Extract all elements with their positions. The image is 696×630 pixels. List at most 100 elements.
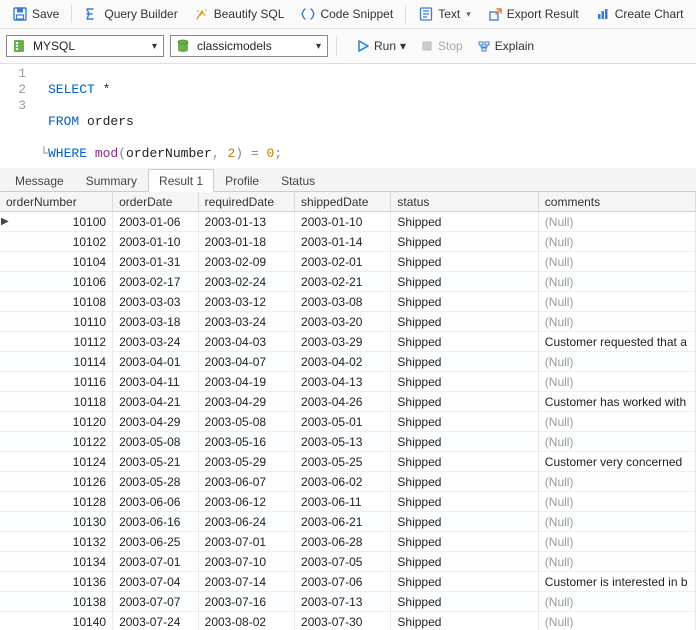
cell-comments[interactable]: (Null) bbox=[539, 472, 696, 492]
cell-requiredDate[interactable]: 2003-04-03 bbox=[199, 332, 295, 352]
cell-orderDate[interactable]: 2003-06-06 bbox=[113, 492, 199, 512]
cell-orderNumber[interactable]: 10118 bbox=[10, 392, 113, 412]
cell-comments[interactable]: Customer requested that a bbox=[539, 332, 696, 352]
cell-requiredDate[interactable]: 2003-03-12 bbox=[199, 292, 295, 312]
cell-status[interactable]: Shipped bbox=[391, 272, 538, 292]
table-row[interactable]: 101282003-06-062003-06-122003-06-11Shipp… bbox=[0, 492, 696, 512]
tab-result1[interactable]: Result 1 bbox=[148, 169, 214, 192]
tab-profile[interactable]: Profile bbox=[214, 169, 270, 191]
cell-orderNumber[interactable]: 10120 bbox=[10, 412, 113, 432]
cell-shippedDate[interactable]: 2003-05-01 bbox=[295, 412, 391, 432]
cell-comments[interactable]: (Null) bbox=[539, 552, 696, 572]
table-row[interactable]: 101162003-04-112003-04-192003-04-13Shipp… bbox=[0, 372, 696, 392]
cell-orderNumber[interactable]: 10114 bbox=[10, 352, 113, 372]
cell-status[interactable]: Shipped bbox=[391, 592, 538, 612]
cell-orderNumber[interactable]: 10130 bbox=[10, 512, 113, 532]
cell-requiredDate[interactable]: 2003-07-10 bbox=[199, 552, 295, 572]
cell-requiredDate[interactable]: 2003-03-24 bbox=[199, 312, 295, 332]
cell-requiredDate[interactable]: 2003-04-29 bbox=[199, 392, 295, 412]
col-orderDate[interactable]: orderDate bbox=[113, 192, 199, 212]
cell-orderDate[interactable]: 2003-03-24 bbox=[113, 332, 199, 352]
cell-comments[interactable]: Customer is interested in b bbox=[539, 572, 696, 592]
tab-status[interactable]: Status bbox=[270, 169, 326, 191]
table-row[interactable]: 101402003-07-242003-08-022003-07-30Shipp… bbox=[0, 612, 696, 630]
cell-orderDate[interactable]: 2003-03-03 bbox=[113, 292, 199, 312]
cell-shippedDate[interactable]: 2003-07-13 bbox=[295, 592, 391, 612]
cell-orderNumber[interactable]: 10128 bbox=[10, 492, 113, 512]
table-row[interactable]: ▶101002003-01-062003-01-132003-01-10Ship… bbox=[0, 212, 696, 232]
cell-shippedDate[interactable]: 2003-07-06 bbox=[295, 572, 391, 592]
cell-requiredDate[interactable]: 2003-04-19 bbox=[199, 372, 295, 392]
table-row[interactable]: 101242003-05-212003-05-292003-05-25Shipp… bbox=[0, 452, 696, 472]
text-button[interactable]: Text ▾ bbox=[412, 4, 477, 24]
cell-orderDate[interactable]: 2003-03-18 bbox=[113, 312, 199, 332]
cell-comments[interactable]: (Null) bbox=[539, 432, 696, 452]
cell-requiredDate[interactable]: 2003-07-14 bbox=[199, 572, 295, 592]
cell-orderNumber[interactable]: 10110 bbox=[10, 312, 113, 332]
save-button[interactable]: Save bbox=[6, 4, 65, 24]
cell-orderDate[interactable]: 2003-05-21 bbox=[113, 452, 199, 472]
table-row[interactable]: 101342003-07-012003-07-102003-07-05Shipp… bbox=[0, 552, 696, 572]
table-row[interactable]: 101022003-01-102003-01-182003-01-14Shipp… bbox=[0, 232, 696, 252]
table-row[interactable]: 101382003-07-072003-07-162003-07-13Shipp… bbox=[0, 592, 696, 612]
cell-shippedDate[interactable]: 2003-03-29 bbox=[295, 332, 391, 352]
cell-requiredDate[interactable]: 2003-02-24 bbox=[199, 272, 295, 292]
cell-comments[interactable]: (Null) bbox=[539, 592, 696, 612]
cell-status[interactable]: Shipped bbox=[391, 532, 538, 552]
code-snippet-button[interactable]: Code Snippet bbox=[294, 4, 399, 24]
cell-status[interactable]: Shipped bbox=[391, 552, 538, 572]
cell-orderNumber[interactable]: 10126 bbox=[10, 472, 113, 492]
cell-requiredDate[interactable]: 2003-06-24 bbox=[199, 512, 295, 532]
table-row[interactable]: 101182003-04-212003-04-292003-04-26Shipp… bbox=[0, 392, 696, 412]
cell-status[interactable]: Shipped bbox=[391, 492, 538, 512]
cell-comments[interactable]: (Null) bbox=[539, 232, 696, 252]
cell-orderNumber[interactable]: 10116 bbox=[10, 372, 113, 392]
cell-comments[interactable]: (Null) bbox=[539, 292, 696, 312]
cell-orderNumber[interactable]: 10134 bbox=[10, 552, 113, 572]
table-row[interactable]: 101362003-07-042003-07-142003-07-06Shipp… bbox=[0, 572, 696, 592]
col-comments[interactable]: comments bbox=[539, 192, 696, 212]
create-chart-button[interactable]: Create Chart bbox=[589, 4, 690, 24]
cell-status[interactable]: Shipped bbox=[391, 412, 538, 432]
cell-comments[interactable]: (Null) bbox=[539, 512, 696, 532]
table-row[interactable]: 101142003-04-012003-04-072003-04-02Shipp… bbox=[0, 352, 696, 372]
cell-orderNumber[interactable]: 10136 bbox=[10, 572, 113, 592]
cell-orderNumber[interactable]: 10102 bbox=[10, 232, 113, 252]
cell-comments[interactable]: (Null) bbox=[539, 252, 696, 272]
cell-comments[interactable]: (Null) bbox=[539, 352, 696, 372]
table-row[interactable]: 101322003-06-252003-07-012003-06-28Shipp… bbox=[0, 532, 696, 552]
cell-shippedDate[interactable]: 2003-06-02 bbox=[295, 472, 391, 492]
code-area[interactable]: SELECT * FROM orders └WHERE mod(orderNum… bbox=[40, 64, 282, 164]
cell-status[interactable]: Shipped bbox=[391, 612, 538, 630]
cell-orderDate[interactable]: 2003-01-10 bbox=[113, 232, 199, 252]
table-row[interactable]: 101122003-03-242003-04-032003-03-29Shipp… bbox=[0, 332, 696, 352]
cell-comments[interactable]: (Null) bbox=[539, 612, 696, 630]
table-row[interactable]: 101202003-04-292003-05-082003-05-01Shipp… bbox=[0, 412, 696, 432]
cell-orderNumber[interactable]: 10122 bbox=[10, 432, 113, 452]
cell-status[interactable]: Shipped bbox=[391, 392, 538, 412]
cell-status[interactable]: Shipped bbox=[391, 232, 538, 252]
cell-comments[interactable]: (Null) bbox=[539, 272, 696, 292]
cell-requiredDate[interactable]: 2003-06-07 bbox=[199, 472, 295, 492]
cell-status[interactable]: Shipped bbox=[391, 432, 538, 452]
beautify-button[interactable]: Beautify SQL bbox=[188, 4, 291, 24]
cell-requiredDate[interactable]: 2003-05-29 bbox=[199, 452, 295, 472]
cell-shippedDate[interactable]: 2003-05-25 bbox=[295, 452, 391, 472]
cell-requiredDate[interactable]: 2003-08-02 bbox=[199, 612, 295, 630]
cell-requiredDate[interactable]: 2003-07-01 bbox=[199, 532, 295, 552]
cell-orderDate[interactable]: 2003-02-17 bbox=[113, 272, 199, 292]
col-requiredDate[interactable]: requiredDate bbox=[199, 192, 295, 212]
cell-requiredDate[interactable]: 2003-05-16 bbox=[199, 432, 295, 452]
cell-orderNumber[interactable]: 10132 bbox=[10, 532, 113, 552]
cell-status[interactable]: Shipped bbox=[391, 212, 538, 232]
cell-shippedDate[interactable]: 2003-04-26 bbox=[295, 392, 391, 412]
cell-orderDate[interactable]: 2003-04-11 bbox=[113, 372, 199, 392]
cell-status[interactable]: Shipped bbox=[391, 292, 538, 312]
cell-orderDate[interactable]: 2003-06-25 bbox=[113, 532, 199, 552]
table-row[interactable]: 101102003-03-182003-03-242003-03-20Shipp… bbox=[0, 312, 696, 332]
cell-orderNumber[interactable]: 10124 bbox=[10, 452, 113, 472]
cell-shippedDate[interactable]: 2003-03-08 bbox=[295, 292, 391, 312]
col-shippedDate[interactable]: shippedDate bbox=[295, 192, 391, 212]
explain-button[interactable]: Explain bbox=[472, 37, 539, 55]
export-button[interactable]: Export Result bbox=[481, 4, 585, 24]
